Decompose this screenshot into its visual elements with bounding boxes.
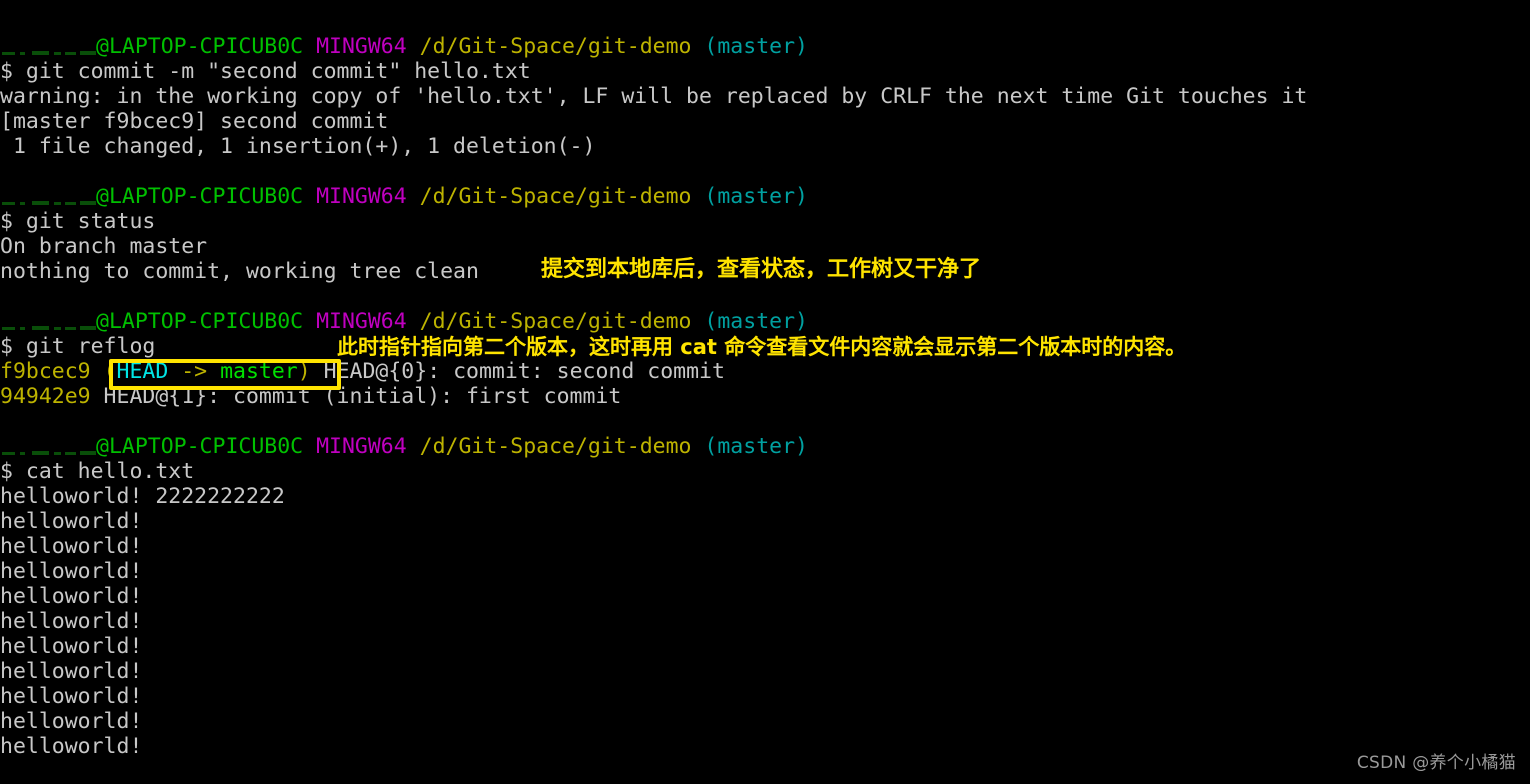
cat-output-line: helloworld! <box>0 634 143 659</box>
output-reflog-entry-1: 94942e9 HEAD@{1}: commit (initial): firs… <box>0 384 621 409</box>
prompt-branch-4: (master) <box>704 434 808 459</box>
prompt-path-3: /d/Git-Space/git-demo <box>419 309 692 334</box>
prompt-at-host-2: @LAPTOP-CPICUB0C <box>96 184 304 209</box>
command-git-status: $ git status <box>0 209 156 234</box>
reflog-entry-0-rest: HEAD@{0}: commit: second commit <box>310 359 725 384</box>
annotation-reflog-note: 此时指针指向第二个版本，这时再用 cat 命令查看文件内容就会显示第二个版本时的… <box>337 335 1187 359</box>
prompt-line-1: @LAPTOP-CPICUB0C MINGW64 /d/Git-Space/gi… <box>0 34 808 59</box>
output-status-branch: On branch master <box>0 234 208 259</box>
cat-output-line: helloworld! <box>0 709 143 734</box>
prompt-shell-4: MINGW64 <box>316 434 407 459</box>
prompt-path-1: /d/Git-Space/git-demo <box>419 34 692 59</box>
command-cat-hello: $ cat hello.txt <box>0 459 195 484</box>
output-commit-summary: [master f9bcec9] second commit <box>0 109 389 134</box>
csdn-watermark: CSDN @养个小橘猫 <box>1356 753 1516 773</box>
reflog-entry-1-rest: HEAD@{1}: commit (initial): first commit <box>90 384 622 409</box>
reflog-open-paren: ( <box>103 359 117 384</box>
cat-output-line: helloworld! <box>0 584 143 609</box>
reflog-hash-1: 94942e9 <box>0 384 91 409</box>
prompt-branch-2: (master) <box>704 184 808 209</box>
prompt-at-host-3: @LAPTOP-CPICUB0C <box>96 309 304 334</box>
reflog-close-paren: ) <box>297 359 311 384</box>
cat-output-line: helloworld! <box>0 609 143 634</box>
redacted-username <box>0 187 96 207</box>
prompt-line-2: @LAPTOP-CPICUB0C MINGW64 /d/Git-Space/gi… <box>0 184 808 209</box>
command-git-reflog: $ git reflog <box>0 334 156 359</box>
output-commit-stats: 1 file changed, 1 insertion(+), 1 deleti… <box>0 134 596 159</box>
cat-output-line: helloworld! <box>0 509 143 534</box>
prompt-path-2: /d/Git-Space/git-demo <box>419 184 692 209</box>
prompt-shell-1: MINGW64 <box>316 34 407 59</box>
redacted-username <box>0 312 96 332</box>
output-reflog-entry-0: f9bcec9 (HEAD -> master) HEAD@{0}: commi… <box>0 359 725 384</box>
cat-output-line: helloworld! <box>0 534 143 559</box>
cat-output-line: helloworld! 2222222222 <box>0 484 285 509</box>
cat-output-line: helloworld! <box>0 684 143 709</box>
prompt-path-4: /d/Git-Space/git-demo <box>419 434 692 459</box>
command-git-commit: $ git commit -m "second commit" hello.tx… <box>0 59 531 84</box>
terminal-window[interactable]: @LAPTOP-CPICUB0C MINGW64 /d/Git-Space/gi… <box>0 0 1530 784</box>
prompt-shell-2: MINGW64 <box>316 184 407 209</box>
prompt-line-3: @LAPTOP-CPICUB0C MINGW64 /d/Git-Space/gi… <box>0 309 808 334</box>
prompt-branch-3: (master) <box>704 309 808 334</box>
output-commit-warning: warning: in the working copy of 'hello.t… <box>0 84 1308 109</box>
cat-output-line: helloworld! <box>0 559 143 584</box>
cat-output-line: helloworld! <box>0 659 143 684</box>
prompt-branch-1: (master) <box>704 34 808 59</box>
annotation-status-note: 提交到本地库后，查看状态，工作树又干净了 <box>541 257 982 282</box>
reflog-hash-0: f9bcec9 <box>0 359 91 384</box>
prompt-line-4: @LAPTOP-CPICUB0C MINGW64 /d/Git-Space/gi… <box>0 434 808 459</box>
prompt-shell-3: MINGW64 <box>316 309 407 334</box>
redacted-username <box>0 37 96 57</box>
prompt-at-host-1: @LAPTOP-CPICUB0C <box>96 34 304 59</box>
reflog-master-ref: master <box>220 359 298 384</box>
reflog-arrow: -> <box>168 359 221 384</box>
prompt-at-host-4: @LAPTOP-CPICUB0C <box>96 434 304 459</box>
redacted-username <box>0 437 96 457</box>
output-status-clean: nothing to commit, working tree clean <box>0 259 479 284</box>
reflog-head-ref: HEAD <box>116 359 169 384</box>
cat-output-line: helloworld! <box>0 734 143 759</box>
